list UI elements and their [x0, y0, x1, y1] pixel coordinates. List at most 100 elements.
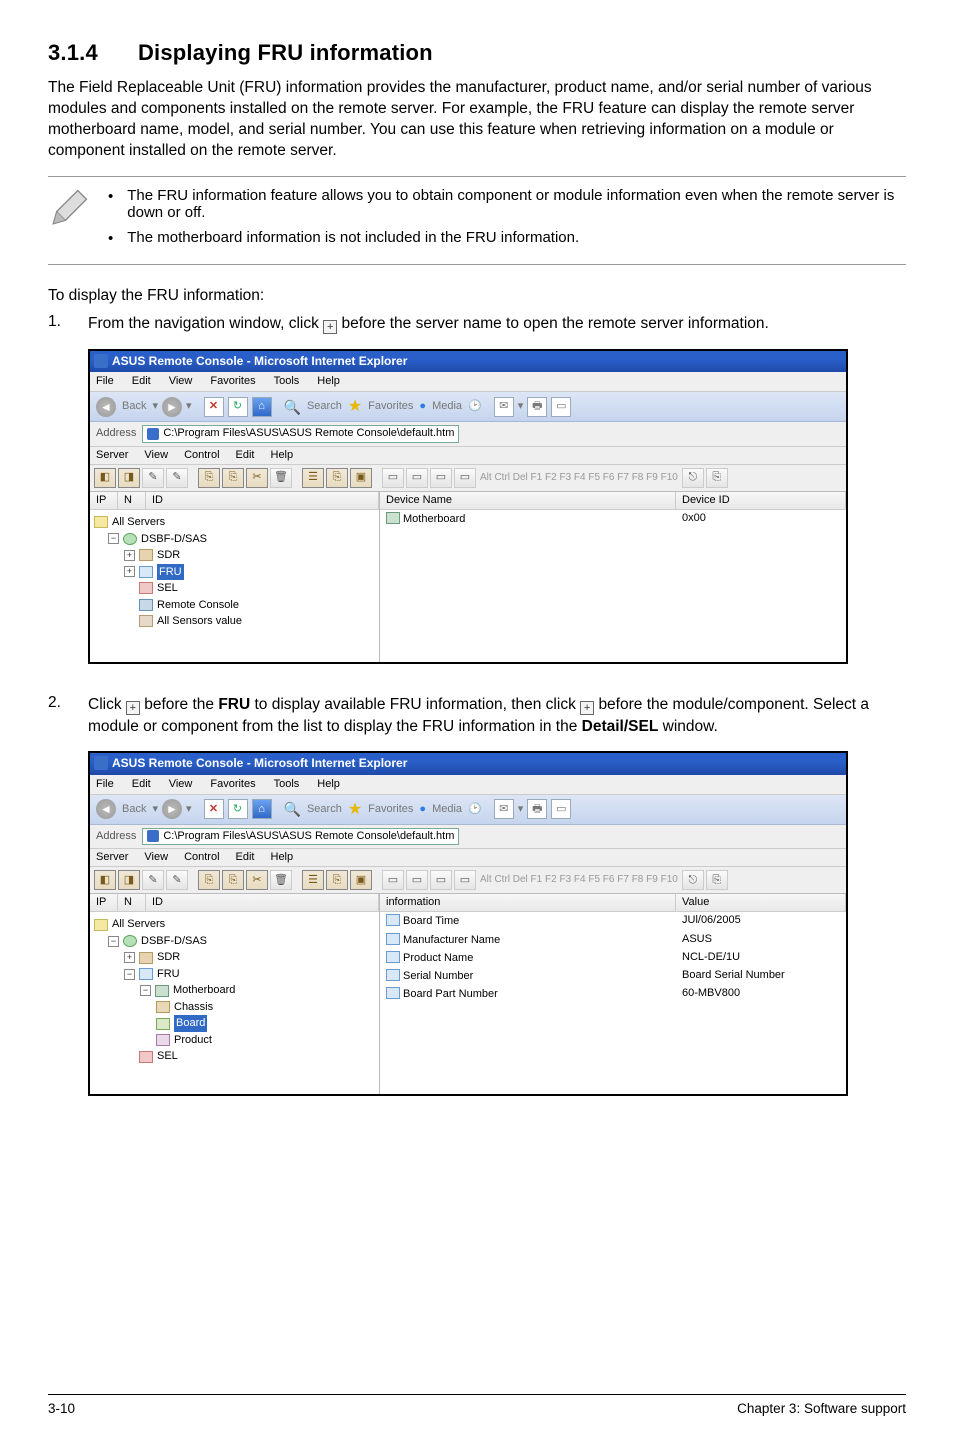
- forward-button[interactable]: ►: [162, 397, 182, 417]
- toolbar-button[interactable]: ⎘: [326, 870, 348, 890]
- history-icon[interactable]: 🕑: [468, 803, 482, 816]
- menu-item[interactable]: View: [144, 851, 168, 864]
- toolbar-button[interactable]: ⎘: [222, 870, 244, 890]
- grid-row[interactable]: Board TimeJUl/06/2005: [380, 912, 846, 930]
- menu-item[interactable]: Favorites: [208, 374, 257, 389]
- toolbar-button[interactable]: ⎘: [198, 468, 220, 488]
- menu-item[interactable]: Help: [315, 374, 342, 389]
- expand-icon[interactable]: [124, 566, 135, 577]
- toolbar-button[interactable]: ▣: [350, 468, 372, 488]
- stop-icon[interactable]: ✕: [204, 397, 224, 417]
- edit-icon[interactable]: ▭: [551, 799, 571, 819]
- toolbar-button[interactable]: ⎘: [198, 870, 220, 890]
- menu-item[interactable]: File: [94, 374, 116, 389]
- expand-icon[interactable]: [124, 952, 135, 963]
- media-icon[interactable]: ●: [419, 803, 426, 816]
- toolbar-button[interactable]: ▭: [454, 468, 476, 488]
- toolbar-button[interactable]: ▣: [350, 870, 372, 890]
- stop-icon[interactable]: ✕: [204, 799, 224, 819]
- menu-item[interactable]: Server: [96, 449, 128, 462]
- grid-row[interactable]: Motherboard 0x00: [380, 510, 846, 528]
- menu-item[interactable]: Edit: [236, 449, 255, 462]
- menu-item[interactable]: Help: [271, 449, 294, 462]
- tree-node-sdr[interactable]: SDR: [124, 949, 375, 966]
- print-icon[interactable]: 🖶: [527, 397, 547, 417]
- menu-item[interactable]: File: [94, 777, 116, 792]
- toolbar-button[interactable]: ⎋: [682, 468, 704, 488]
- address-input[interactable]: C:\Program Files\ASUS\ASUS Remote Consol…: [142, 425, 459, 442]
- tree-node-root[interactable]: All Servers: [94, 514, 375, 531]
- tree-node-fru[interactable]: FRU: [124, 966, 375, 983]
- tree-node-product[interactable]: Product: [156, 1032, 375, 1049]
- menu-item[interactable]: Control: [184, 851, 219, 864]
- toolbar-button[interactable]: ◨: [118, 870, 140, 890]
- tree-node-chassis[interactable]: Chassis: [156, 999, 375, 1016]
- toolbar-button[interactable]: ✎: [142, 870, 164, 890]
- history-icon[interactable]: 🕑: [468, 400, 482, 413]
- toolbar-button[interactable]: ▭: [382, 870, 404, 890]
- tree-node-server[interactable]: DSBF-D/SAS: [108, 531, 375, 548]
- toolbar-button[interactable]: ◧: [94, 468, 116, 488]
- mail-icon[interactable]: ✉: [494, 799, 514, 819]
- collapse-icon[interactable]: [108, 533, 119, 544]
- toolbar-button[interactable]: ▭: [382, 468, 404, 488]
- toolbar-button[interactable]: ✂: [246, 468, 268, 488]
- favorites-icon[interactable]: ★: [348, 800, 362, 819]
- toolbar-button[interactable]: ▭: [454, 870, 476, 890]
- grid-row[interactable]: Manufacturer NameASUS: [380, 931, 846, 949]
- tree-node-sdr[interactable]: SDR: [124, 547, 375, 564]
- toolbar-button[interactable]: 🗑: [270, 870, 292, 890]
- toolbar-button[interactable]: ⎘: [706, 468, 728, 488]
- toolbar-button[interactable]: 🗑: [270, 468, 292, 488]
- menu-item[interactable]: Help: [271, 851, 294, 864]
- search-icon[interactable]: 🔍: [284, 399, 301, 416]
- menu-item[interactable]: Edit: [130, 777, 153, 792]
- toolbar-button[interactable]: ◨: [118, 468, 140, 488]
- address-input[interactable]: C:\Program Files\ASUS\ASUS Remote Consol…: [142, 828, 459, 845]
- back-button[interactable]: ◄: [96, 799, 116, 819]
- media-icon[interactable]: ●: [419, 400, 426, 413]
- refresh-icon[interactable]: ↻: [228, 397, 248, 417]
- toolbar-button[interactable]: ▭: [406, 468, 428, 488]
- mail-icon[interactable]: ✉: [494, 397, 514, 417]
- toolbar-button[interactable]: ✎: [142, 468, 164, 488]
- back-button[interactable]: ◄: [96, 397, 116, 417]
- edit-icon[interactable]: ▭: [551, 397, 571, 417]
- tree-node-board[interactable]: Board: [156, 1015, 375, 1032]
- menu-item[interactable]: View: [144, 449, 168, 462]
- menu-item[interactable]: Tools: [272, 374, 302, 389]
- toolbar-button[interactable]: ▭: [430, 468, 452, 488]
- tree-node-sel[interactable]: SEL: [124, 580, 375, 597]
- tree-node-server[interactable]: DSBF-D/SAS: [108, 933, 375, 950]
- toolbar-button[interactable]: ⎘: [222, 468, 244, 488]
- home-icon[interactable]: ⌂: [252, 799, 272, 819]
- toolbar-button[interactable]: ⎘: [326, 468, 348, 488]
- tree-node-root[interactable]: All Servers: [94, 916, 375, 933]
- toolbar-button[interactable]: ▭: [430, 870, 452, 890]
- menu-item[interactable]: Edit: [236, 851, 255, 864]
- collapse-icon[interactable]: [140, 985, 151, 996]
- home-icon[interactable]: ⌂: [252, 397, 272, 417]
- menu-item[interactable]: Help: [315, 777, 342, 792]
- toolbar-button[interactable]: ✎: [166, 468, 188, 488]
- toolbar-button[interactable]: ◧: [94, 870, 116, 890]
- tree-node-remote[interactable]: Remote Console: [124, 597, 375, 614]
- expand-icon[interactable]: [124, 550, 135, 561]
- grid-row[interactable]: Product NameNCL-DE/1U: [380, 949, 846, 967]
- menu-item[interactable]: Tools: [272, 777, 302, 792]
- menu-item[interactable]: View: [167, 374, 195, 389]
- tree-node-fru[interactable]: FRU: [124, 564, 375, 581]
- forward-button[interactable]: ►: [162, 799, 182, 819]
- menu-item[interactable]: View: [167, 777, 195, 792]
- collapse-icon[interactable]: [108, 936, 119, 947]
- toolbar-button[interactable]: ▭: [406, 870, 428, 890]
- grid-row[interactable]: Serial NumberBoard Serial Number: [380, 967, 846, 985]
- favorites-icon[interactable]: ★: [348, 397, 362, 416]
- tree-node-motherboard[interactable]: Motherboard: [140, 982, 375, 999]
- tree-node-sel[interactable]: SEL: [124, 1048, 375, 1065]
- menu-item[interactable]: Server: [96, 851, 128, 864]
- toolbar-button[interactable]: ☰: [302, 468, 324, 488]
- collapse-icon[interactable]: [124, 969, 135, 980]
- toolbar-button[interactable]: ⎘: [706, 870, 728, 890]
- menu-item[interactable]: Edit: [130, 374, 153, 389]
